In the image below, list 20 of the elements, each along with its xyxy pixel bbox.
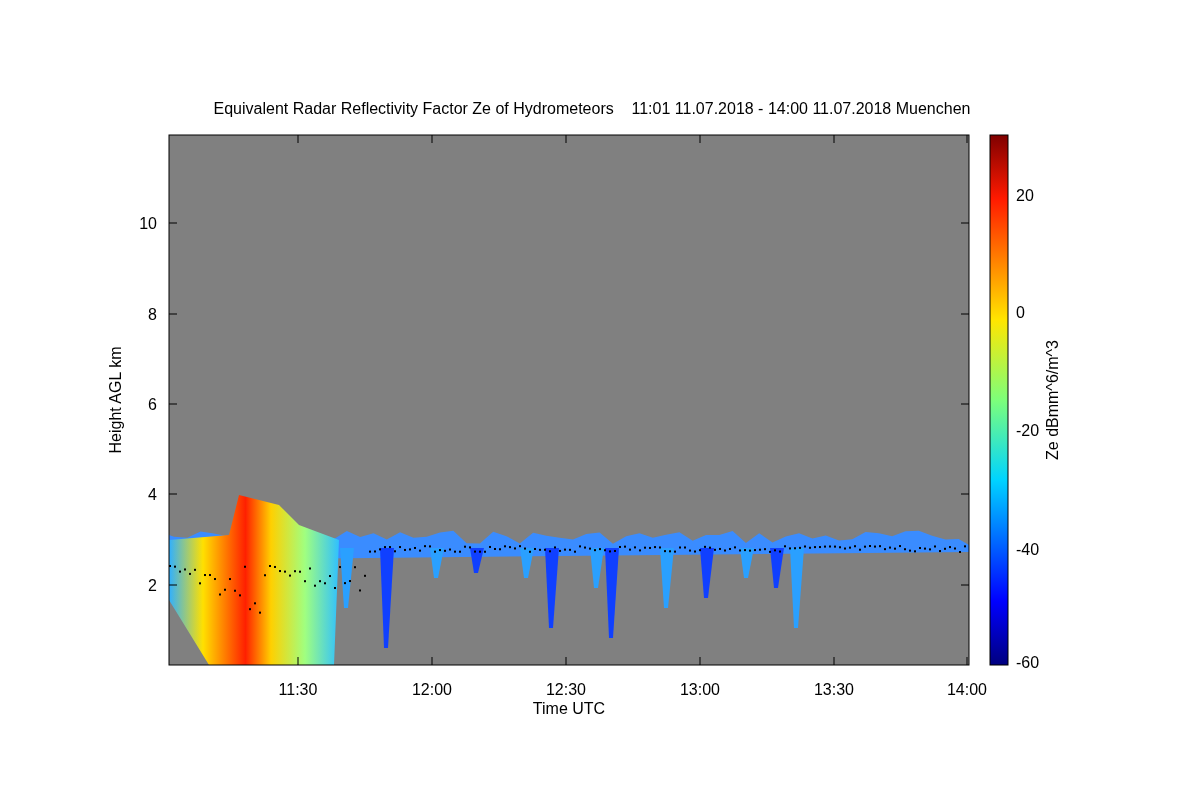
chart-title: Equivalent Radar Reflectivity Factor Ze of Hydrometeors 11:01 11.07.2018 - 14:00 11.07.2018 Muenchen [213, 100, 971, 117]
x-tick-label: 13:30 [814, 681, 854, 698]
colorbar-tick-label: 20 [1016, 187, 1034, 204]
colorbar-tick-label: 0 [1016, 304, 1025, 321]
colorbar-tick-label: -20 [1016, 422, 1040, 439]
x-tick-label: 11:30 [278, 681, 318, 698]
y-tick-label: 8 [148, 306, 157, 323]
x-tick-label: 12:00 [412, 681, 452, 698]
y-tick-label: 10 [139, 215, 157, 232]
colorbar-label: Ze dBmm^6/m^3 [1044, 340, 1061, 460]
x-axis-label: Time UTC [532, 700, 606, 717]
y-tick-label: 4 [148, 486, 157, 503]
colorbar-tick-label: -40 [1016, 541, 1040, 558]
y-tick-label: 2 [148, 577, 157, 594]
x-tick-label: 12:30 [546, 681, 586, 698]
x-tick-label: 14:00 [947, 681, 987, 698]
colorbar-tick-label: -60 [1016, 654, 1040, 671]
y-axis-label: Height AGL km [107, 346, 124, 454]
x-tick-label: 13:00 [680, 681, 720, 698]
y-tick-label: 6 [148, 396, 157, 413]
